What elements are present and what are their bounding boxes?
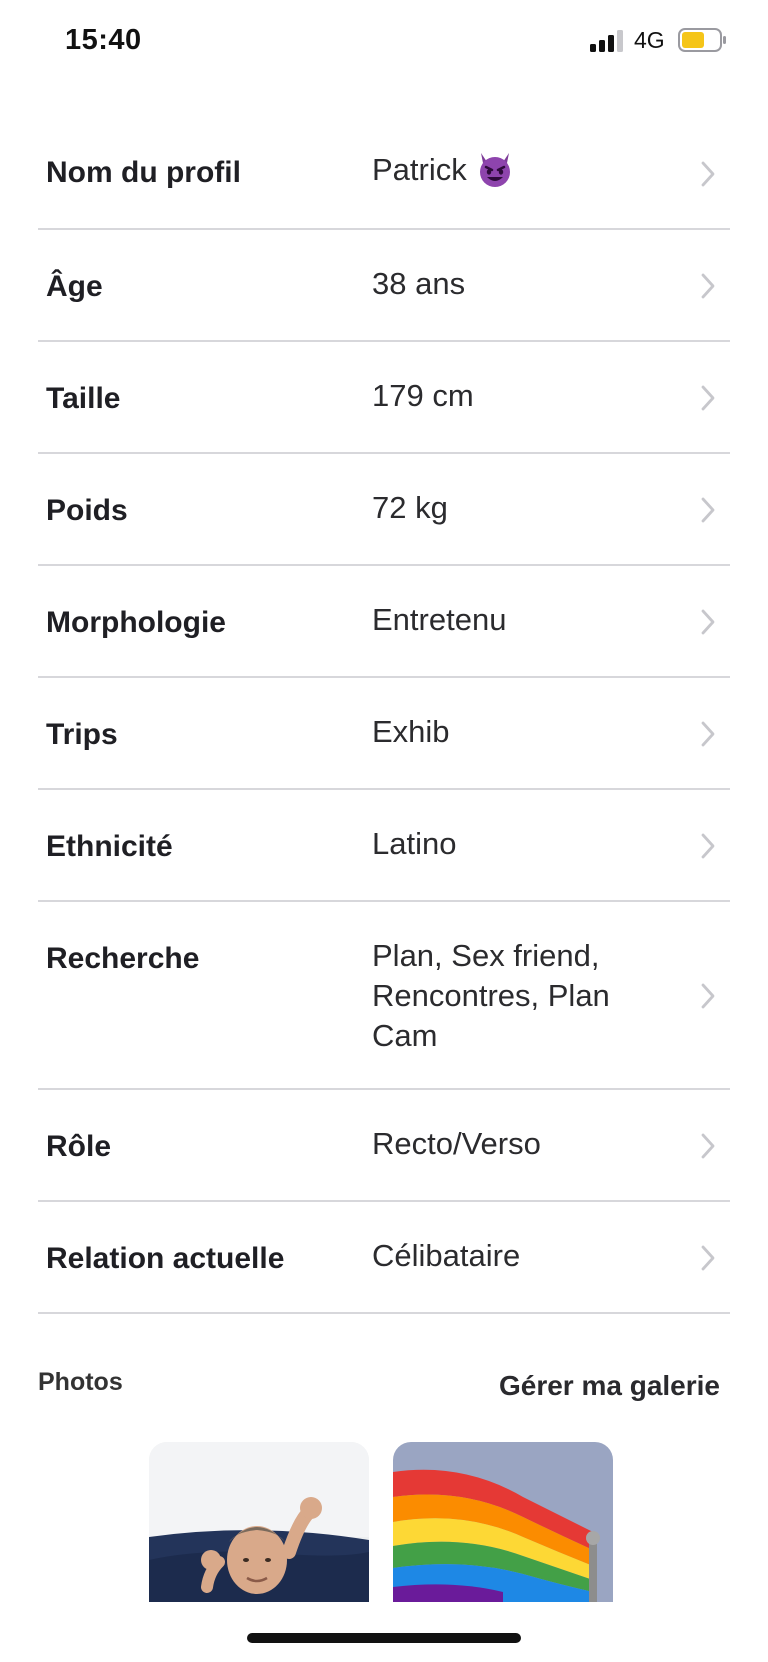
row-weight[interactable]: Poids 72 kg	[38, 454, 730, 566]
looking-for-line: Plan, Sex friend,	[372, 938, 600, 973]
status-bar: 15:40 4G	[0, 0, 768, 86]
row-value: Entretenu	[372, 602, 507, 637]
row-value: Latino	[372, 826, 457, 861]
row-label: Trips	[46, 718, 118, 751]
row-label: Nom du profil	[46, 156, 241, 189]
row-ethnicity[interactable]: Ethnicité Latino	[38, 790, 730, 902]
row-label: Rôle	[46, 1130, 112, 1163]
row-value: Plan, Sex friend, Rencontres, Plan Cam	[372, 936, 662, 1056]
chevron-right-icon	[701, 273, 715, 299]
home-indicator[interactable]	[247, 1633, 521, 1643]
looking-for-line: Rencontres, Plan	[372, 978, 610, 1013]
row-value: Recto/Verso	[372, 1126, 541, 1161]
row-value: 38 ans	[372, 266, 466, 301]
signal-bars-icon	[590, 30, 623, 52]
row-value: Patrick	[372, 150, 662, 192]
row-height[interactable]: Taille 179 cm	[38, 342, 730, 454]
smiling-devil-emoji-icon	[479, 152, 510, 187]
profile-name-value: Patrick	[372, 152, 467, 187]
profile-edit-screen: 15:40 4G Nom du profil Patrick Âge 38 an…	[0, 0, 768, 1662]
chevron-right-icon	[701, 497, 715, 523]
chevron-right-icon	[701, 721, 715, 747]
chevron-right-icon	[701, 385, 715, 411]
row-label: Taille	[46, 382, 121, 415]
row-looking-for[interactable]: Recherche Plan, Sex friend, Rencontres, …	[38, 902, 730, 1090]
photo-rainbow-flag[interactable]	[393, 1442, 613, 1602]
photos-header: Photos Gérer ma galerie	[38, 1360, 730, 1410]
row-label: Poids	[46, 494, 128, 527]
chevron-right-icon	[701, 1133, 715, 1159]
chevron-right-icon	[701, 161, 715, 187]
row-profile-name[interactable]: Nom du profil Patrick	[38, 118, 730, 230]
photo-rainbow-flag-image	[393, 1442, 613, 1602]
row-label: Âge	[46, 270, 103, 303]
row-label: Morphologie	[46, 606, 226, 639]
row-value: 179 cm	[372, 378, 474, 413]
chevron-right-icon	[701, 1245, 715, 1271]
row-label: Ethnicité	[46, 830, 173, 863]
photo-man-stretching-image	[149, 1442, 369, 1602]
row-age[interactable]: Âge 38 ans	[38, 230, 730, 342]
chevron-right-icon	[701, 833, 715, 859]
row-role[interactable]: Rôle Recto/Verso	[38, 1090, 730, 1202]
profile-details-list: Nom du profil Patrick Âge 38 ans Taille …	[38, 118, 730, 1314]
battery-icon	[678, 28, 726, 52]
photos-title: Photos	[38, 1368, 123, 1396]
status-time: 15:40	[65, 24, 142, 56]
row-value: Célibataire	[372, 1238, 521, 1273]
looking-for-line: Cam	[372, 1018, 438, 1053]
row-value: 72 kg	[372, 490, 448, 525]
manage-gallery-button[interactable]: Gérer ma galerie	[499, 1370, 720, 1402]
network-type: 4G	[634, 27, 665, 53]
row-value: Exhib	[372, 714, 450, 749]
row-morphology[interactable]: Morphologie Entretenu	[38, 566, 730, 678]
row-label: Recherche	[46, 942, 200, 975]
chevron-right-icon	[701, 983, 715, 1009]
row-label: Relation actuelle	[46, 1242, 285, 1275]
chevron-right-icon	[701, 609, 715, 635]
row-relationship-status[interactable]: Relation actuelle Célibataire	[38, 1202, 730, 1314]
row-trips[interactable]: Trips Exhib	[38, 678, 730, 790]
photo-man-stretching[interactable]	[149, 1442, 369, 1602]
